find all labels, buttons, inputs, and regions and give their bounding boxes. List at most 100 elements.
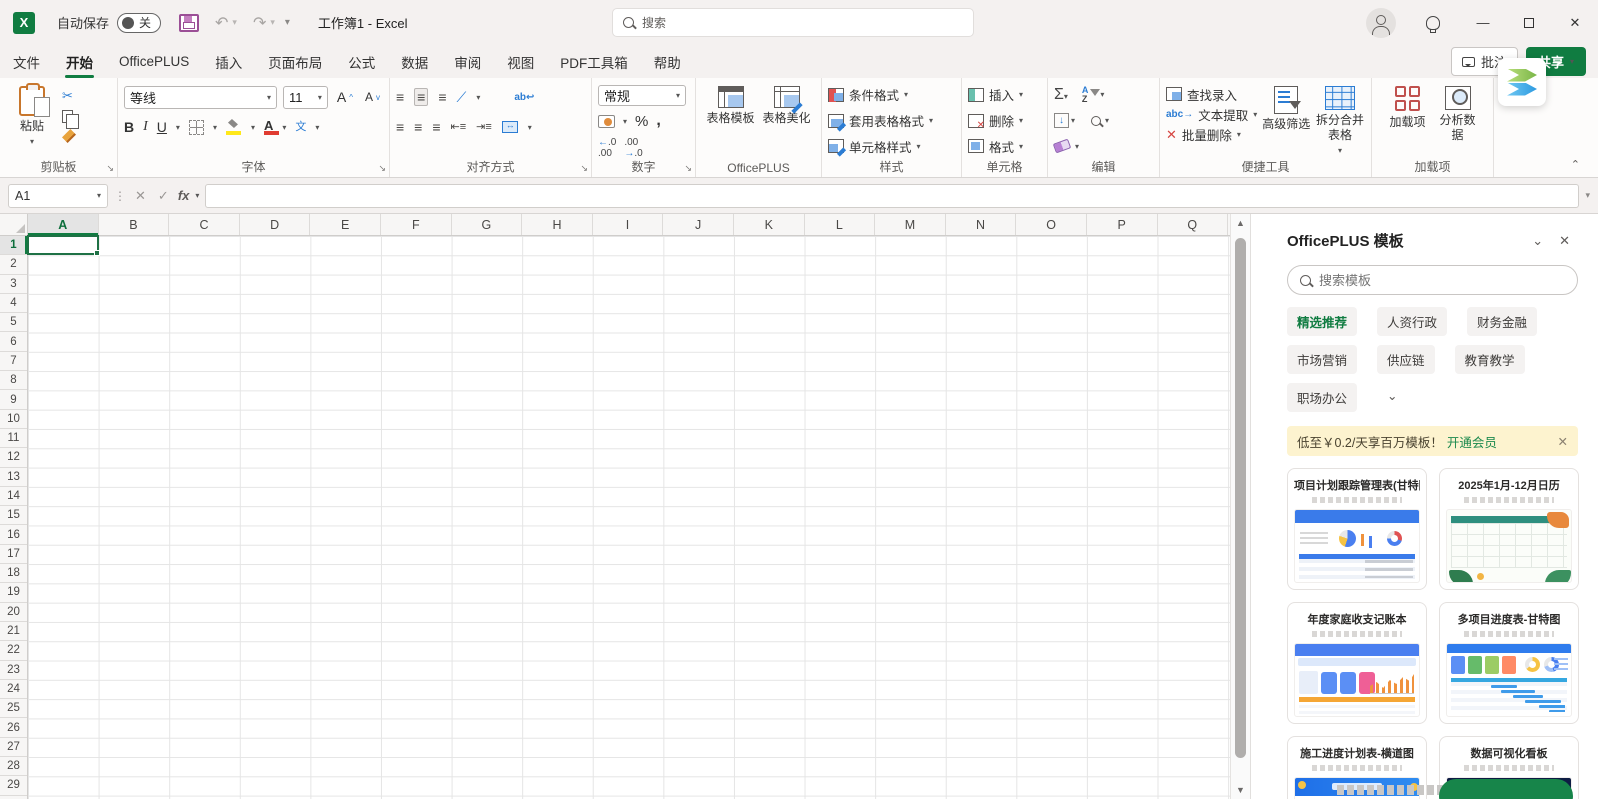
borders-button[interactable]	[189, 120, 204, 135]
save-icon[interactable]	[179, 14, 199, 32]
column-header-D[interactable]: D	[240, 214, 311, 235]
row-header-15[interactable]: 15	[0, 506, 27, 525]
cut-button[interactable]: ✂	[62, 88, 76, 104]
template-card[interactable]: 多项目进度表-甘特图	[1439, 602, 1579, 724]
align-left-button[interactable]: ≡	[396, 120, 404, 134]
tab-page-layout[interactable]: 页面布局	[255, 46, 335, 78]
chip-office[interactable]: 职场办公	[1287, 383, 1357, 412]
row-header-5[interactable]: 5	[0, 313, 27, 332]
format-cells-button[interactable]: 格式▾	[968, 135, 1041, 157]
row-header-17[interactable]: 17	[0, 545, 27, 564]
tab-file[interactable]: 文件	[0, 46, 53, 78]
row-header-16[interactable]: 16	[0, 525, 27, 544]
accounting-format-button[interactable]	[598, 115, 615, 128]
undo-icon[interactable]: ↶	[215, 13, 228, 33]
wrap-text-button[interactable]: ab↩	[514, 92, 534, 103]
row-header-21[interactable]: 21	[0, 622, 27, 641]
autosave-toggle[interactable]: 关	[117, 13, 161, 33]
number-dialog-launcher[interactable]: ↘	[684, 163, 692, 174]
delete-cells-button[interactable]: ✕ 删除▾	[968, 110, 1041, 132]
chips-expand-icon[interactable]: ⌄	[1377, 383, 1407, 412]
chip-hr-admin[interactable]: 人资行政	[1377, 307, 1447, 336]
format-painter-button[interactable]	[62, 129, 76, 143]
tips-button[interactable]	[1414, 0, 1460, 45]
cells-area[interactable]	[28, 236, 1230, 799]
column-header-P[interactable]: P	[1087, 214, 1158, 235]
column-header-C[interactable]: C	[169, 214, 240, 235]
officeplus-floating-logo[interactable]	[1498, 58, 1546, 106]
chip-education[interactable]: 教育教学	[1455, 345, 1525, 374]
decrease-font-button[interactable]: Av	[362, 89, 383, 105]
copy-button[interactable]	[62, 110, 73, 123]
italic-button[interactable]: I	[143, 119, 148, 135]
row-header-12[interactable]: 12	[0, 448, 27, 467]
banner-close-icon[interactable]: ✕	[1558, 434, 1568, 449]
orientation-button[interactable]: ⟋	[457, 90, 467, 104]
chip-featured[interactable]: 精选推荐	[1287, 307, 1357, 336]
underline-button[interactable]: U	[157, 119, 167, 135]
formula-input[interactable]	[205, 184, 1579, 208]
column-header-J[interactable]: J	[663, 214, 734, 235]
column-header-A[interactable]: A	[28, 214, 99, 235]
row-header-9[interactable]: 9	[0, 390, 27, 409]
font-size-combo[interactable]: 11▾	[283, 86, 328, 109]
template-card[interactable]: 年度家庭收支记账本	[1287, 602, 1427, 724]
analyze-data-button[interactable]: 分析数据	[1435, 84, 1481, 159]
sort-filter-button[interactable]: AZ▾	[1082, 86, 1105, 104]
row-header-26[interactable]: 26	[0, 718, 27, 737]
title-search-box[interactable]: 搜索	[612, 8, 974, 37]
scrollbar-thumb[interactable]	[1235, 238, 1246, 758]
find-entry-button[interactable]: 查找录入	[1166, 84, 1257, 104]
column-header-B[interactable]: B	[99, 214, 170, 235]
name-box[interactable]: A1▾	[8, 184, 108, 208]
autosum-button[interactable]: Σ▾	[1054, 87, 1068, 103]
row-header-19[interactable]: 19	[0, 583, 27, 602]
cell-styles-button[interactable]: 单元格样式▾	[828, 135, 955, 157]
align-bottom-button[interactable]: ≡	[438, 90, 446, 104]
restore-button[interactable]	[1506, 0, 1552, 45]
find-select-button[interactable]: ▾	[1091, 116, 1109, 126]
table-beautify-button[interactable]: 表格美化	[761, 84, 813, 159]
tab-help[interactable]: 帮助	[641, 46, 694, 78]
clear-button[interactable]: ▾	[1054, 141, 1079, 151]
fx-dropdown-icon[interactable]: ▾	[195, 191, 199, 200]
row-header-10[interactable]: 10	[0, 410, 27, 429]
template-card[interactable]: 项目计划跟踪管理表(甘特图)	[1287, 468, 1427, 590]
tab-pdf-tools[interactable]: PDF工具箱	[547, 46, 641, 78]
tab-review[interactable]: 审阅	[441, 46, 494, 78]
row-header-24[interactable]: 24	[0, 680, 27, 699]
advanced-filter-button[interactable]: 高级筛选	[1261, 84, 1311, 159]
row-header-23[interactable]: 23	[0, 661, 27, 680]
tab-insert[interactable]: 插入	[202, 46, 255, 78]
column-header-K[interactable]: K	[734, 214, 805, 235]
row-header-25[interactable]: 25	[0, 699, 27, 718]
tab-data[interactable]: 数据	[388, 46, 441, 78]
phonetic-dropdown-icon[interactable]: ▾	[315, 123, 319, 132]
column-header-O[interactable]: O	[1016, 214, 1087, 235]
orientation-dropdown-icon[interactable]: ▾	[476, 93, 480, 102]
column-header-E[interactable]: E	[310, 214, 381, 235]
row-header-18[interactable]: 18	[0, 564, 27, 583]
comma-style-button[interactable]: ,	[656, 112, 660, 130]
row-header-6[interactable]: 6	[0, 332, 27, 351]
vertical-scrollbar[interactable]: ▲ ▼	[1230, 214, 1250, 799]
column-header-L[interactable]: L	[805, 214, 876, 235]
active-cell-selection[interactable]	[27, 235, 99, 255]
column-header-H[interactable]: H	[522, 214, 593, 235]
underline-dropdown-icon[interactable]: ▾	[176, 123, 180, 132]
format-as-table-button[interactable]: 套用表格格式▾	[828, 110, 955, 132]
text-extract-button[interactable]: abc→ 文本提取▾	[1166, 104, 1257, 124]
phonetic-button[interactable]: 文	[295, 118, 306, 136]
row-header-13[interactable]: 13	[0, 468, 27, 487]
font-dialog-launcher[interactable]: ↘	[378, 163, 386, 174]
pane-close-icon[interactable]: ✕	[1551, 233, 1578, 249]
select-all-corner[interactable]	[0, 214, 28, 236]
row-header-28[interactable]: 28	[0, 757, 27, 776]
row-header-11[interactable]: 11	[0, 429, 27, 448]
row-header-4[interactable]: 4	[0, 294, 27, 313]
merge-center-button[interactable]	[502, 121, 518, 133]
fill-handle[interactable]	[94, 250, 100, 256]
alignment-dialog-launcher[interactable]: ↘	[580, 163, 588, 174]
increase-font-button[interactable]: A^	[334, 88, 356, 106]
undo-dropdown-icon[interactable]: ▾	[232, 17, 237, 28]
